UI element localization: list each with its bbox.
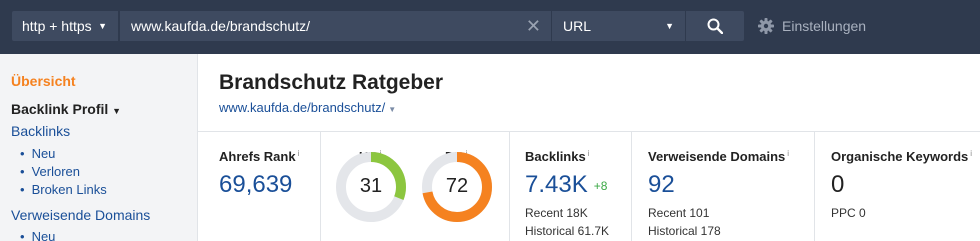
close-icon[interactable]: ✕ — [526, 11, 541, 41]
page-title: Brandschutz Ratgeber — [219, 71, 444, 94]
chevron-down-icon: ▼ — [665, 21, 674, 31]
page-url-text: www.kaufda.de/brandschutz/ — [219, 100, 386, 115]
sidebar-item-overview[interactable]: Übersicht — [11, 73, 76, 89]
search-button[interactable] — [686, 11, 744, 41]
metric-value[interactable]: 69,639 — [219, 171, 292, 199]
metric-historical: Historical 61.7K — [525, 224, 610, 238]
chevron-down-icon: ▼ — [98, 21, 107, 31]
metric-recent: Recent 101 — [648, 206, 710, 220]
protocol-select[interactable]: http + https ▼ — [12, 11, 118, 41]
metric-label: Ahrefs Rank — [219, 149, 296, 164]
url-input[interactable]: www.kaufda.de/brandschutz/ ✕ — [120, 11, 551, 41]
metric-value[interactable]: 0 — [831, 171, 844, 199]
ur-value: 31 — [359, 175, 383, 197]
info-icon[interactable]: i — [787, 149, 789, 158]
metric-label: Verweisende Domains — [648, 149, 786, 164]
metric-label: Backlinks — [525, 149, 586, 164]
sidebar-item-new[interactable]: Neu — [20, 146, 56, 161]
page-url-link[interactable]: www.kaufda.de/brandschutz/▼ — [219, 100, 396, 115]
metrics-row: Ahrefs Rank i 69,639 UR i 31 DR i 72 Backli… — [198, 131, 980, 241]
settings-label: Einstellungen — [782, 18, 867, 34]
caret-down-icon: ▼ — [388, 105, 397, 114]
mode-select[interactable]: URL ▼ — [552, 11, 685, 41]
protocol-label: http + https — [22, 18, 92, 34]
sidebar-item-broken-links[interactable]: Broken Links — [20, 182, 107, 197]
settings-button[interactable]: Einstellungen — [758, 11, 866, 41]
metric-ppc: PPC 0 — [831, 206, 866, 220]
info-icon[interactable]: i — [970, 149, 972, 158]
sidebar-item-lost[interactable]: Verloren — [20, 164, 80, 179]
sidebar-item-referring-domains[interactable]: Verweisende Domains — [11, 207, 150, 223]
metric-ahrefs-rank: Ahrefs Rank i 69,639 — [198, 132, 321, 241]
metric-ur-dr: UR i 31 DR i 72 — [321, 132, 510, 241]
metric-label: Organische Keywords — [831, 149, 969, 164]
metric-backlinks: Backlinks i 7.43K +8 Recent 18K Historical… — [510, 132, 632, 241]
metric-value[interactable]: 7.43K — [525, 171, 588, 198]
metric-referring-domains: Verweisende Domains i 92 Recent 101 Histo… — [632, 132, 815, 241]
metric-recent: Recent 18K — [525, 206, 588, 220]
mode-label: URL — [563, 18, 592, 34]
caret-down-icon: ▼ — [112, 106, 122, 116]
sidebar-section-label: Backlink Profil — [11, 101, 109, 117]
metric-historical: Historical 178 — [648, 224, 721, 238]
top-bar: http + https ▼ www.kaufda.de/brandschutz… — [0, 0, 980, 54]
dr-value: 72 — [445, 175, 469, 197]
metric-organic-keywords: Organische Keywords i 0 PPC 0 — [815, 132, 980, 241]
sidebar-item-backlinks[interactable]: Backlinks — [11, 123, 70, 139]
url-input-value: www.kaufda.de/brandschutz/ — [131, 18, 310, 34]
info-icon[interactable]: i — [298, 149, 300, 158]
sidebar-section-backlink-profile[interactable]: Backlink Profil ▼ — [11, 101, 121, 117]
sidebar-item-new-domains[interactable]: Neu — [20, 229, 56, 241]
sidebar: Übersicht Backlink Profil ▼ Backlinks Ne… — [0, 54, 198, 241]
info-icon[interactable]: i — [588, 149, 590, 158]
metric-value[interactable]: 92 — [648, 171, 675, 199]
gear-icon — [758, 18, 774, 34]
search-icon — [707, 18, 723, 34]
metric-delta: +8 — [593, 179, 608, 193]
